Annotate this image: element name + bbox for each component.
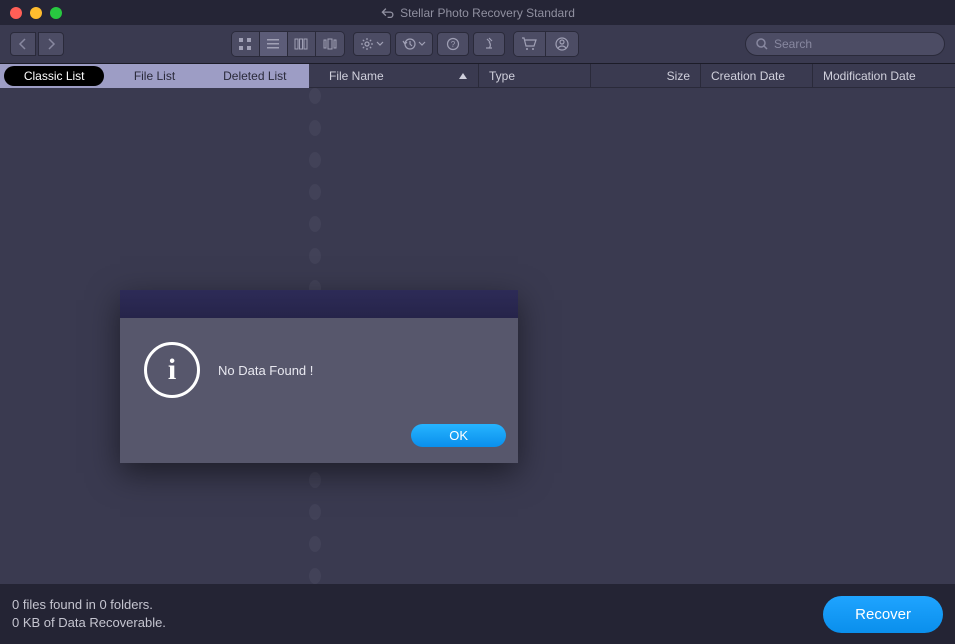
- titlebar: Stellar Photo Recovery Standard: [0, 0, 955, 25]
- table-row: [309, 120, 321, 136]
- column-creation[interactable]: Creation Date: [701, 64, 813, 87]
- table-row: [309, 232, 955, 248]
- tool-group: ?: [353, 32, 505, 56]
- column-label: File Name: [329, 69, 384, 83]
- search-icon: [756, 38, 768, 50]
- search-input[interactable]: [774, 37, 934, 51]
- status-text: 0 files found in 0 folders. 0 KB of Data…: [12, 596, 166, 632]
- user-icon: [555, 37, 569, 51]
- table-row: [309, 104, 955, 120]
- table-row: [309, 472, 321, 488]
- gear-icon: [360, 37, 374, 51]
- window-title: Stellar Photo Recovery Standard: [380, 6, 575, 20]
- gallery-view-button[interactable]: [316, 32, 344, 56]
- svg-text:?: ?: [450, 40, 455, 49]
- table-row: [309, 536, 321, 552]
- column-modification[interactable]: Modification Date: [813, 64, 955, 87]
- column-type[interactable]: Type: [479, 64, 591, 87]
- table-row: [309, 568, 321, 584]
- table-row: [309, 520, 955, 536]
- column-view-button[interactable]: [288, 32, 316, 56]
- list-tabs: Classic List File List Deleted List: [0, 64, 309, 88]
- column-filename[interactable]: File Name: [309, 64, 479, 87]
- grid-view-button[interactable]: [232, 32, 260, 56]
- window-controls: [10, 7, 62, 19]
- table-row: [309, 88, 321, 104]
- dialog-message: No Data Found !: [218, 363, 313, 378]
- tab-deleted-list[interactable]: Deleted List: [205, 66, 305, 86]
- column-label: Creation Date: [711, 69, 785, 83]
- table-row: [309, 152, 321, 168]
- nav-group: [10, 32, 64, 56]
- chevron-left-icon: [18, 38, 28, 50]
- sort-asc-icon: [458, 72, 468, 80]
- table-row: [309, 264, 955, 280]
- search-tool-button[interactable]: [473, 32, 505, 56]
- statusbar: 0 files found in 0 folders. 0 KB of Data…: [0, 584, 955, 644]
- toolbar: ?: [0, 25, 955, 64]
- view-mode-group: [231, 31, 345, 57]
- table-row: [309, 504, 321, 520]
- settings-button[interactable]: [353, 32, 391, 56]
- dialog-body: i No Data Found !: [120, 318, 518, 414]
- microscope-icon: [482, 37, 496, 51]
- table-row: [309, 488, 955, 504]
- search-box[interactable]: [745, 32, 945, 56]
- app-title: Stellar Photo Recovery Standard: [400, 6, 575, 20]
- tab-file-list[interactable]: File List: [104, 66, 204, 86]
- account-group: [513, 31, 579, 57]
- back-arrow-icon: [380, 6, 394, 20]
- maximize-window[interactable]: [50, 7, 62, 19]
- list-icon: [266, 37, 280, 51]
- user-button[interactable]: [546, 32, 578, 56]
- dialog-titlebar[interactable]: [120, 290, 518, 318]
- column-label: Modification Date: [823, 69, 916, 83]
- history-icon: [402, 37, 416, 51]
- status-line-files: 0 files found in 0 folders.: [12, 596, 166, 614]
- column-label: Size: [667, 69, 690, 83]
- dialog-footer: OK: [120, 414, 518, 463]
- table-header: File Name Type Size Creation Date Modifi…: [309, 64, 955, 88]
- dialog: i No Data Found ! OK: [120, 290, 518, 463]
- table-row: [309, 216, 321, 232]
- minimize-window[interactable]: [30, 7, 42, 19]
- table-row: [309, 200, 955, 216]
- column-size[interactable]: Size: [591, 64, 701, 87]
- tab-classic-list[interactable]: Classic List: [4, 66, 104, 86]
- help-icon: ?: [446, 37, 460, 51]
- list-view-button[interactable]: [260, 32, 288, 56]
- info-icon: i: [144, 342, 200, 398]
- recover-button[interactable]: Recover: [823, 596, 943, 633]
- column-label: Type: [489, 69, 515, 83]
- chevron-down-icon: [376, 41, 384, 47]
- grid-icon: [238, 37, 252, 51]
- help-button[interactable]: ?: [437, 32, 469, 56]
- table-row: [309, 552, 955, 568]
- history-button[interactable]: [395, 32, 433, 56]
- table-row: [309, 136, 955, 152]
- cart-button[interactable]: [514, 32, 546, 56]
- chevron-down-icon: [418, 41, 426, 47]
- table-row: [309, 248, 321, 264]
- columns-icon: [294, 37, 308, 51]
- status-line-size: 0 KB of Data Recoverable.: [12, 614, 166, 632]
- close-window[interactable]: [10, 7, 22, 19]
- cart-icon: [521, 37, 537, 51]
- back-button[interactable]: [10, 32, 36, 56]
- ok-button[interactable]: OK: [411, 424, 506, 447]
- forward-button[interactable]: [38, 32, 64, 56]
- table-row: [309, 184, 321, 200]
- chevron-right-icon: [46, 38, 56, 50]
- gallery-icon: [323, 37, 337, 51]
- table-row: [309, 168, 955, 184]
